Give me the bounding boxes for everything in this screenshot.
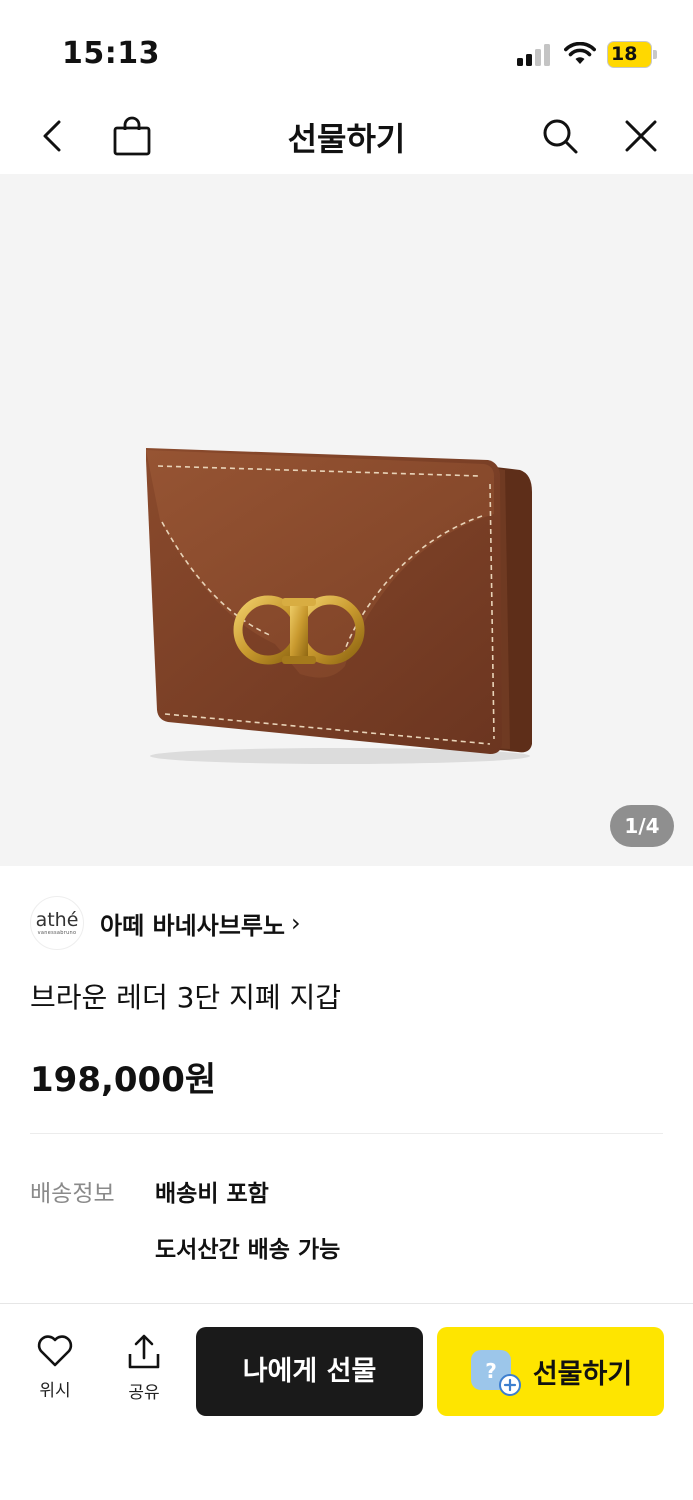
- send-gift-label: 선물하기: [532, 1359, 633, 1390]
- brand-logo: athé vanessabruno: [30, 896, 84, 950]
- brand-link[interactable]: athé vanessabruno 아떼 바네사브루노 ›: [30, 896, 301, 950]
- send-gift-button[interactable]: ? 선물하기: [437, 1327, 664, 1416]
- brand-logo-subtext: vanessabruno: [37, 930, 77, 936]
- cellular-signal-icon: [517, 44, 550, 66]
- brand-name: 아떼 바네사브루노: [100, 911, 285, 940]
- wish-button[interactable]: 위시: [25, 1334, 85, 1401]
- page-title: 선물하기: [287, 120, 406, 158]
- battery-level: 18: [611, 43, 638, 65]
- product-wallet-image: [146, 448, 532, 764]
- share-label: 공유: [128, 1383, 160, 1403]
- shipping-region-info: 도서산간 배송 가능: [155, 1237, 341, 1263]
- search-icon[interactable]: [536, 112, 584, 160]
- battery-icon: 18: [607, 41, 657, 69]
- brand-logo-text: athé: [35, 909, 79, 931]
- wifi-icon: [564, 42, 596, 64]
- heart-icon: [37, 1335, 73, 1367]
- share-icon: [128, 1334, 160, 1369]
- chevron-right-icon: ›: [291, 909, 301, 937]
- status-bar: 15:13 18: [0, 0, 693, 100]
- status-time: 15:13: [62, 36, 160, 71]
- product-price: 198,000원: [30, 1060, 217, 1100]
- image-page-indicator: 1/4: [610, 805, 674, 847]
- top-nav: 선물하기: [0, 100, 693, 172]
- wish-label: 위시: [39, 1381, 71, 1401]
- divider: [30, 1133, 663, 1134]
- bottom-action-bar: 위시 공유 나에게 선물 ? 선물하기: [0, 1303, 693, 1500]
- gift-to-self-button[interactable]: 나에게 선물: [196, 1327, 423, 1416]
- shipping-fee-info: 배송비 포함: [155, 1181, 269, 1207]
- share-button[interactable]: 공유: [114, 1334, 174, 1403]
- product-image-carousel[interactable]: [0, 174, 693, 866]
- gift-friend-icon: ?: [469, 1348, 521, 1396]
- close-icon[interactable]: [617, 112, 665, 160]
- gift-badge-symbol: ?: [485, 1359, 497, 1383]
- shipping-label: 배송정보: [30, 1181, 115, 1207]
- product-name: 브라운 레더 3단 지폐 지갑: [30, 981, 342, 1014]
